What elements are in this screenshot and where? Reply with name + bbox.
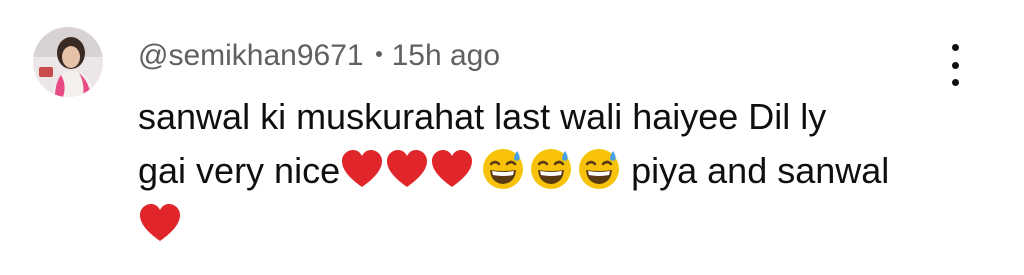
comment-text: sanwal ki muskurahat last wali haiyee Di… (138, 90, 958, 252)
comment-line-3 (138, 198, 958, 252)
grinning-sweat-emoji-icon (579, 149, 620, 189)
more-options-button[interactable] (940, 40, 970, 90)
comment-line-2: gai very nice piya and sanwal (138, 144, 958, 198)
three-dots-vertical-icon (951, 44, 959, 51)
comment-time[interactable]: 15h ago (392, 39, 500, 72)
red-heart-emoji-icon (387, 150, 428, 187)
comment-header: @semikhan9671 15h ago (138, 36, 500, 76)
grinning-sweat-emoji-icon (483, 149, 524, 189)
red-heart-emoji-icon (140, 204, 180, 241)
avatar-image (33, 27, 103, 97)
red-heart-emoji-icon (432, 150, 473, 187)
separator-dot (375, 51, 382, 58)
comment-text-part: piya and sanwal (631, 150, 890, 191)
comment-item: @semikhan9671 15h ago sanwal ki muskuraha… (0, 0, 1024, 275)
red-heart-emoji-icon (342, 150, 383, 187)
author-handle[interactable]: @semikhan9671 (138, 39, 364, 72)
avatar[interactable] (33, 27, 103, 97)
comment-line-1: sanwal ki muskurahat last wali haiyee Di… (138, 96, 827, 137)
comment-text-part: gai very nice (138, 150, 341, 191)
grinning-sweat-emoji-icon (531, 149, 572, 189)
